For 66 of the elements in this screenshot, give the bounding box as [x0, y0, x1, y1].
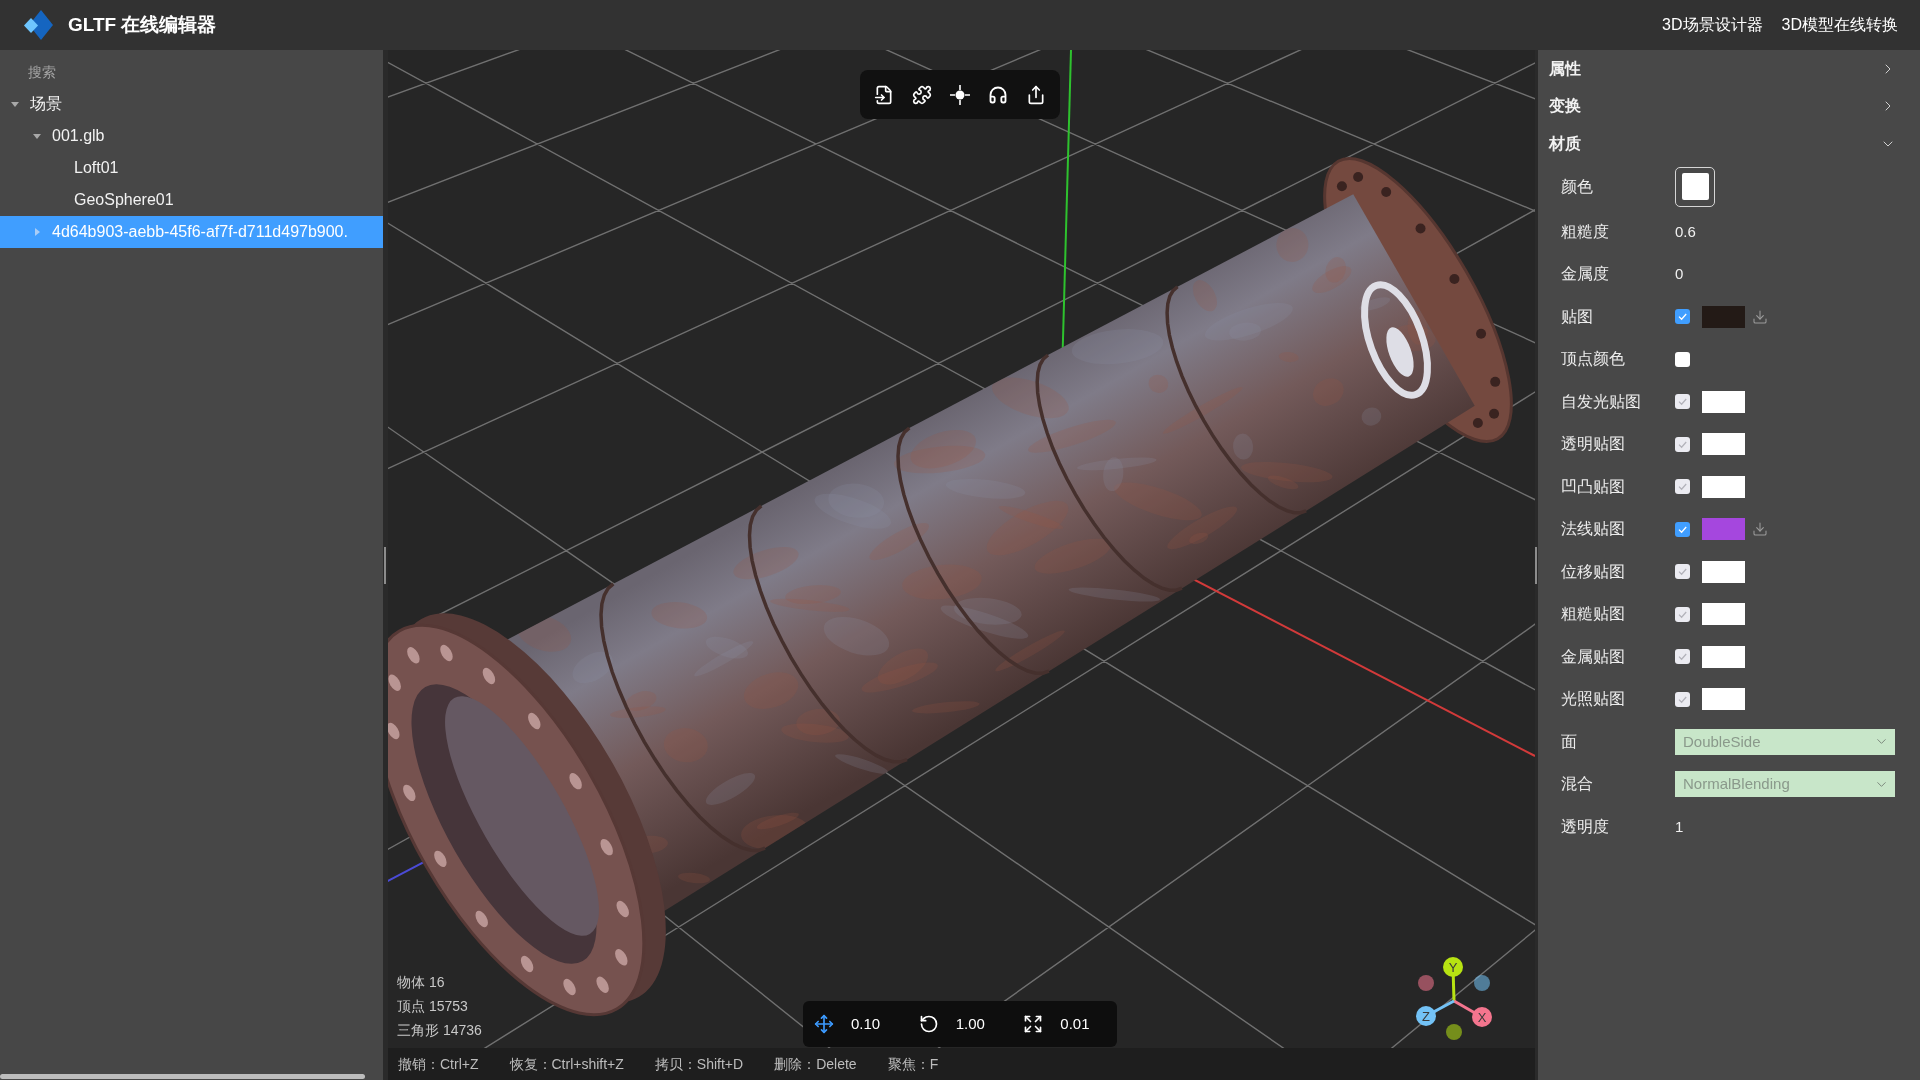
headset-icon[interactable] — [988, 84, 1008, 105]
property-label: 光照贴图 — [1561, 689, 1626, 710]
caret-icon[interactable] — [32, 131, 42, 141]
tree-item[interactable]: 场景 — [0, 88, 383, 120]
resize-handle[interactable] — [1535, 546, 1537, 584]
scrollbar-thumb[interactable] — [0, 1073, 365, 1079]
tree-item[interactable]: Loft01 — [0, 152, 383, 184]
file-import-icon[interactable] — [874, 84, 894, 105]
puzzle-icon[interactable] — [912, 84, 932, 105]
color-picker[interactable] — [1675, 166, 1715, 207]
app-title: GLTF 在线编辑器 — [68, 12, 217, 37]
shortcut-hint: 聚焦：F — [887, 1054, 939, 1074]
map-swatch[interactable] — [1702, 518, 1745, 541]
section-header[interactable]: 材质 — [1538, 125, 1920, 163]
shortcut-hint: 删除：Delete — [774, 1054, 857, 1074]
resize-handle[interactable] — [384, 546, 386, 584]
property-label: 透明贴图 — [1561, 434, 1626, 455]
shortcut-hint: 撤销：Ctrl+Z — [398, 1054, 479, 1074]
rotate-icon[interactable] — [918, 1014, 939, 1034]
property-value: 1 — [1675, 816, 1684, 837]
property-label: 自发光贴图 — [1561, 391, 1642, 412]
nav-link[interactable]: 3D模型在线转换 — [1781, 13, 1898, 37]
snap-value: 0.01 — [1060, 1013, 1090, 1034]
scene-stat: 物体 16 — [397, 973, 446, 992]
property-label: 金属贴图 — [1561, 646, 1626, 667]
property-label: 混合 — [1561, 774, 1594, 795]
nav-link[interactable]: 3D场景设计器 — [1662, 13, 1763, 37]
axis-handle[interactable]: Z — [1416, 1006, 1436, 1026]
tree-item[interactable]: GeoSphere01 — [0, 184, 383, 216]
snap-value: 0.10 — [851, 1013, 881, 1034]
shortcut-hint: 恢复：Ctrl+shift+Z — [509, 1054, 624, 1074]
texture-thumbnail[interactable] — [1702, 305, 1745, 328]
section-header[interactable]: 变换 — [1538, 87, 1920, 125]
scene-stat: 三角形 14736 — [397, 1021, 482, 1040]
download-icon[interactable] — [1752, 521, 1768, 538]
checkbox[interactable] — [1675, 521, 1690, 537]
property-label: 顶点颜色 — [1561, 349, 1626, 370]
move-icon[interactable] — [814, 1014, 834, 1034]
property-label: 面 — [1561, 731, 1578, 752]
property-label: 粗糙贴图 — [1561, 604, 1626, 625]
snap-value: 1.00 — [955, 1013, 985, 1034]
axis-handle[interactable]: Y — [1443, 957, 1463, 977]
property-label: 贴图 — [1561, 306, 1594, 327]
shortcut-hint: 拷贝：Shift+D — [654, 1054, 744, 1074]
property-label: 粗糙度 — [1561, 221, 1610, 242]
download-icon[interactable] — [1752, 308, 1768, 325]
axis-handle[interactable]: X — [1472, 1007, 1492, 1027]
property-label: 凹凸贴图 — [1561, 476, 1626, 497]
property-label: 金属度 — [1561, 264, 1610, 285]
property-label: 位移贴图 — [1561, 561, 1626, 582]
logo-icon — [22, 10, 53, 40]
expand-icon[interactable] — [1023, 1014, 1044, 1034]
search-field[interactable]: 搜索 — [0, 50, 383, 88]
share-icon[interactable] — [1026, 84, 1046, 105]
property-value: 0 — [1675, 264, 1684, 284]
property-label: 法线贴图 — [1561, 519, 1626, 540]
property-label: 透明度 — [1561, 816, 1610, 837]
section-header[interactable]: 属性 — [1538, 50, 1920, 88]
property-label: 颜色 — [1561, 176, 1594, 197]
property-value: 0.6 — [1675, 221, 1696, 242]
checkbox[interactable] — [1675, 351, 1690, 367]
scene-stat: 顶点 15753 — [397, 997, 469, 1016]
caret-icon[interactable] — [10, 99, 20, 109]
crosshair-icon[interactable] — [950, 84, 970, 105]
tree-item[interactable]: 001.glb — [0, 120, 383, 152]
checkbox[interactable] — [1675, 309, 1690, 325]
